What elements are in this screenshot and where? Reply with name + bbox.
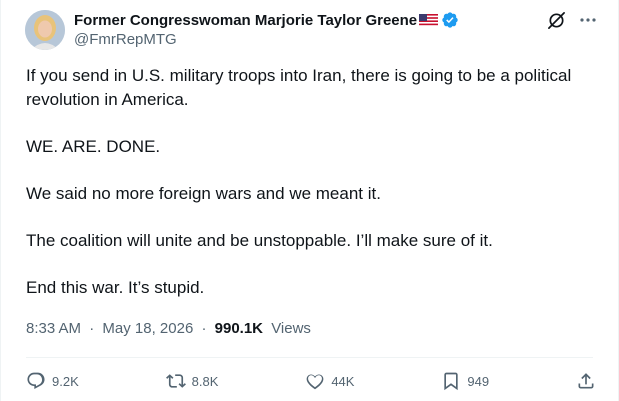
display-name[interactable]: Former Congresswoman Marjorie Taylor Gre… [74,12,417,29]
action-bar: 9.2K 8.8K 44K 949 [26,370,596,392]
views-count: 990.1K [214,320,264,337]
like-button[interactable]: 44K [305,371,354,391]
handle[interactable]: @FmrRepMTG [74,31,177,48]
reply-button[interactable]: 9.2K [26,371,79,391]
bookmark-count: 949 [467,373,490,389]
repost-button[interactable]: 8.8K [165,371,219,391]
tweet-date[interactable]: May 18, 2026 [102,320,193,337]
tweet-card: Former Congresswoman Marjorie Taylor Gre… [0,0,619,401]
avatar[interactable] [25,10,65,50]
views-label: Views [271,320,311,337]
heart-icon [305,371,325,391]
divider [26,357,593,358]
name-row: Former Congresswoman Marjorie Taylor Gre… [74,11,459,29]
tweet-time[interactable]: 8:33 AM [26,320,81,337]
repost-count: 8.8K [191,373,219,389]
verified-badge-icon[interactable] [441,11,459,29]
reply-count: 9.2K [52,373,79,389]
tweet-paragraph: End this war. It’s stupid. [26,278,205,297]
share-icon [576,371,596,391]
tweet-paragraph: If you send in U.S. military troops into… [26,66,572,109]
tweet-meta: 8:33 AM · May 18, 2026 · 990.1K Views [26,320,311,337]
like-count: 44K [331,373,355,389]
meta-separator: · [201,320,207,337]
bookmark-icon [441,371,461,391]
share-button[interactable] [576,371,596,391]
tweet-text: If you send in U.S. military troops into… [26,64,596,323]
tweet-paragraph: The coalition will unite and be unstoppa… [26,231,493,250]
more-icon[interactable] [578,10,598,30]
tweet-paragraph: WE. ARE. DONE. [26,137,161,156]
meta-separator: · [89,320,95,337]
us-flag-icon [419,13,439,27]
reply-icon [26,371,46,391]
grok-icon[interactable] [546,10,566,30]
bookmark-button[interactable]: 949 [441,371,489,391]
repost-icon [165,371,186,391]
tweet-paragraph: We said no more foreign wars and we mean… [26,184,381,203]
top-icons [546,10,598,30]
